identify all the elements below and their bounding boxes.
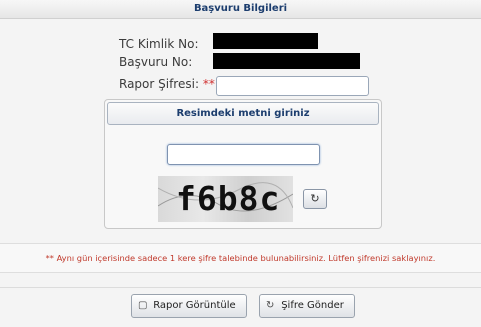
view-report-label: Rapor Görüntüle — [153, 300, 236, 311]
rapor-sifresi-label: Rapor Şifresi: ** — [119, 77, 215, 91]
refresh-icon: ↻ — [310, 192, 320, 205]
rapor-sifresi-input[interactable] — [216, 76, 369, 96]
page-title: Başvuru Bilgileri — [193, 3, 288, 14]
send-password-label: Şifre Gönder — [281, 300, 344, 311]
send-password-button[interactable]: ↻ Şifre Gönder — [259, 294, 355, 318]
footer-divider — [0, 287, 481, 288]
captcha-input[interactable] — [167, 144, 320, 165]
captcha-text: f6b8c — [176, 179, 281, 218]
rapor-sifresi-label-text: Rapor Şifresi: — [119, 77, 199, 91]
basvuru-no-redacted-value — [213, 53, 360, 69]
captcha-panel: Resimdeki metni giriniz f6b8c ↻ — [104, 99, 382, 229]
tc-kimlik-redacted-value — [213, 33, 318, 49]
document-icon: ▢ — [138, 300, 148, 311]
page-header: Başvuru Bilgileri — [0, 0, 481, 19]
refresh-icon: ↻ — [266, 300, 275, 311]
view-report-button[interactable]: ▢ Rapor Görüntüle — [131, 294, 247, 318]
basvuru-no-label: Başvuru No: — [119, 55, 193, 69]
captcha-refresh-button[interactable]: ↻ — [303, 189, 327, 209]
tc-kimlik-label: TC Kimlik No: — [119, 37, 199, 51]
captcha-image: f6b8c — [158, 176, 293, 222]
required-mark: ** — [202, 77, 215, 91]
captcha-title: Resimdeki metni giriniz — [107, 102, 379, 125]
notice-message: ** Aynı gün içerisinde sadece 1 kere şif… — [0, 243, 481, 273]
